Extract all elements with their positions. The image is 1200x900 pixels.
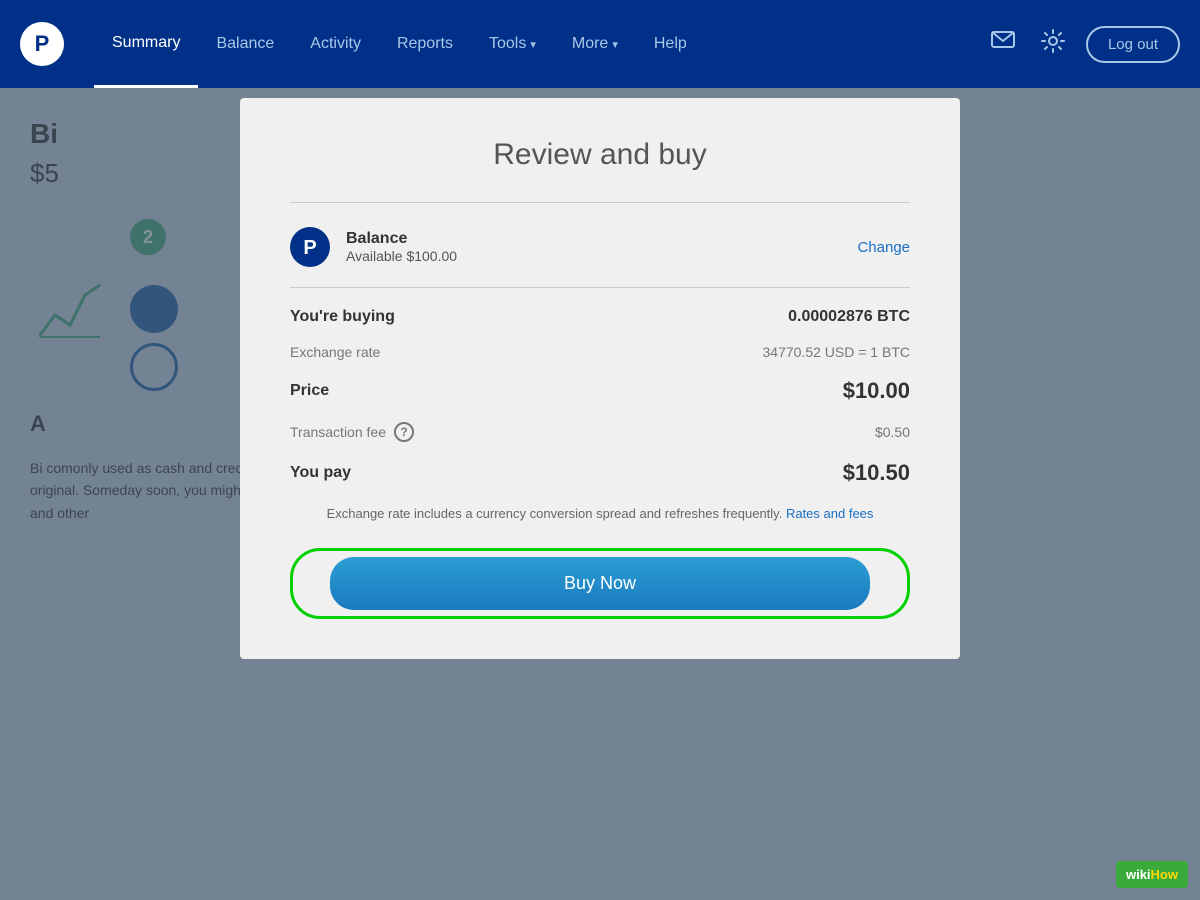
exchange-rate-label: Exchange rate <box>290 344 380 360</box>
buy-now-button[interactable]: Buy Now <box>330 557 870 610</box>
nav-activity[interactable]: Activity <box>292 0 379 88</box>
price-value: $10.00 <box>843 378 910 404</box>
navbar-right: Log out <box>986 24 1180 64</box>
transaction-fee-label: Transaction fee <box>290 424 386 440</box>
fee-label-group: Transaction fee ? <box>290 422 414 442</box>
svg-text:P: P <box>303 237 316 259</box>
nav-links: Summary Balance Activity Reports Tools▾ … <box>94 0 986 88</box>
payment-info: Balance Available $100.00 <box>346 230 857 264</box>
buying-value: 0.00002876 BTC <box>788 308 910 326</box>
logout-button[interactable]: Log out <box>1086 26 1180 63</box>
rates-fees-link[interactable]: Rates and fees <box>786 506 873 521</box>
payment-name: Balance <box>346 230 857 248</box>
settings-button[interactable] <box>1036 24 1070 64</box>
navbar: P Summary Balance Activity Reports Tools… <box>0 0 1200 88</box>
gear-icon <box>1040 28 1066 60</box>
buying-label: You're buying <box>290 308 395 326</box>
nav-reports[interactable]: Reports <box>379 0 471 88</box>
price-label: Price <box>290 382 329 400</box>
nav-balance[interactable]: Balance <box>198 0 292 88</box>
message-icon <box>990 28 1016 60</box>
payment-method-row: P Balance Available $100.00 Change <box>290 227 910 267</box>
more-chevron: ▾ <box>612 38 618 51</box>
modal-note: Exchange rate includes a currency conver… <box>290 504 910 524</box>
help-icon[interactable]: ? <box>394 422 414 442</box>
nav-summary[interactable]: Summary <box>94 0 198 88</box>
modal-overlay: Review and buy P Balance Available $100.… <box>0 88 1200 900</box>
transaction-fee-value: $0.50 <box>875 424 910 440</box>
paypal-logo-modal: P <box>290 227 330 267</box>
paypal-logo: P <box>20 22 64 66</box>
you-pay-value: $10.50 <box>843 460 910 486</box>
how-text: How <box>1151 867 1178 882</box>
nav-tools[interactable]: Tools▾ <box>471 0 554 88</box>
transaction-fee-row: Transaction fee ? $0.50 <box>290 422 910 442</box>
you-pay-label: You pay <box>290 464 351 482</box>
buy-now-wrapper: Buy Now <box>290 548 910 619</box>
modal-title: Review and buy <box>290 138 910 172</box>
exchange-rate-value: 34770.52 USD = 1 BTC <box>763 344 910 360</box>
exchange-rate-row: Exchange rate 34770.52 USD = 1 BTC <box>290 344 910 360</box>
price-row: Price $10.00 <box>290 378 910 404</box>
nav-help[interactable]: Help <box>636 0 705 88</box>
buying-row: You're buying 0.00002876 BTC <box>290 308 910 326</box>
messages-button[interactable] <box>986 24 1020 64</box>
review-buy-modal: Review and buy P Balance Available $100.… <box>240 98 960 659</box>
svg-text:P: P <box>35 31 50 56</box>
nav-more[interactable]: More▾ <box>554 0 636 88</box>
modal-mid-divider <box>290 287 910 288</box>
change-link[interactable]: Change <box>857 239 910 256</box>
tools-chevron: ▾ <box>530 38 536 51</box>
modal-top-divider <box>290 202 910 203</box>
payment-available: Available $100.00 <box>346 248 857 264</box>
you-pay-row: You pay $10.50 <box>290 460 910 486</box>
wikihow-badge: wikiHow <box>1116 861 1188 888</box>
wiki-text: wiki <box>1126 867 1151 882</box>
